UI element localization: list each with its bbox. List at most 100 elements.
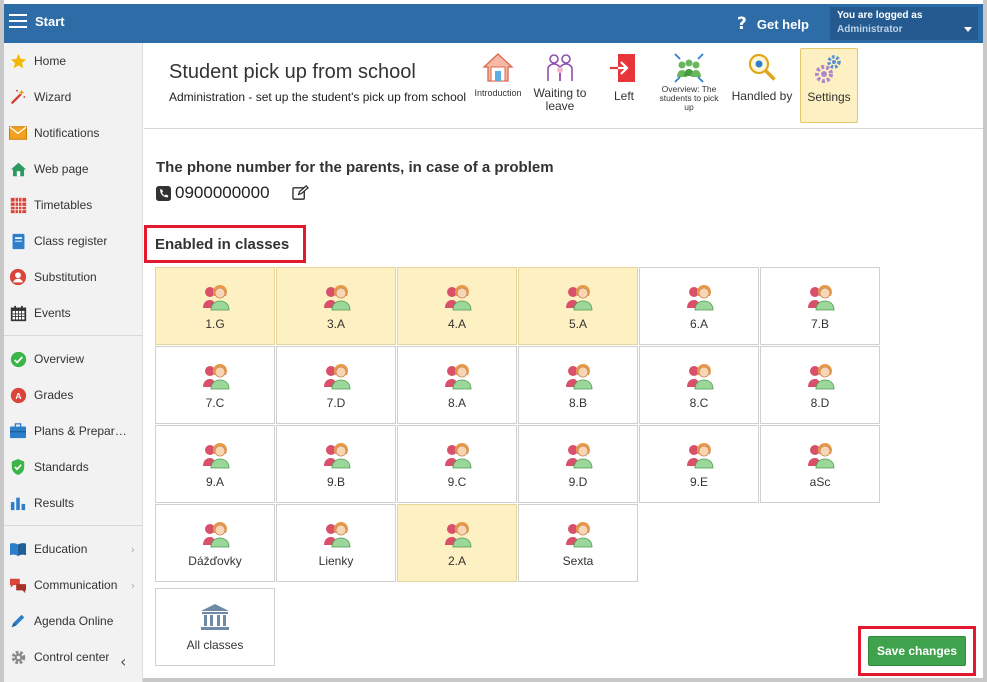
students-icon bbox=[566, 364, 593, 390]
students-icon bbox=[566, 285, 593, 311]
sidebar-item-label: Results bbox=[34, 496, 75, 510]
menu-icon[interactable] bbox=[9, 14, 27, 30]
class-name: 8.C bbox=[689, 396, 709, 410]
class-tile[interactable]: 2.A bbox=[397, 504, 517, 582]
get-help-button[interactable]: ? Get help bbox=[737, 13, 809, 35]
students-icon bbox=[687, 285, 714, 311]
sidebar-item-label: Control center bbox=[34, 650, 110, 664]
class-tile[interactable]: Sexta bbox=[518, 504, 638, 582]
class-tile[interactable]: 7.B bbox=[760, 267, 880, 345]
sidebar-item-web-page[interactable]: Web page bbox=[4, 151, 143, 187]
tool-label: Left bbox=[613, 89, 634, 103]
class-tile[interactable]: 1.G bbox=[155, 267, 275, 345]
class-tile[interactable]: aSc bbox=[760, 425, 880, 503]
user-menu[interactable]: You are logged as Administrator bbox=[830, 7, 978, 40]
tool-introduction[interactable]: Introduction bbox=[470, 48, 526, 123]
class-tile[interactable]: 8.A bbox=[397, 346, 517, 424]
phone-icon bbox=[156, 185, 171, 201]
class-name: 8.A bbox=[447, 396, 466, 410]
students-icon bbox=[445, 285, 472, 311]
book-icon bbox=[9, 540, 27, 558]
tool-label: Introduction bbox=[474, 88, 522, 98]
class-tile[interactable]: 9.A bbox=[155, 425, 275, 503]
tool-settings[interactable]: Settings bbox=[800, 48, 858, 123]
all-classes-button[interactable]: All classes bbox=[155, 588, 275, 666]
chevron-right-icon: › bbox=[130, 542, 135, 556]
collapse-sidebar-icon[interactable]: ‹ bbox=[120, 652, 126, 671]
tool-left[interactable]: Left bbox=[599, 48, 649, 123]
class-tile[interactable]: 9.B bbox=[276, 425, 396, 503]
students-icon bbox=[687, 364, 714, 390]
sidebar-item-label: Class register bbox=[34, 234, 108, 248]
class-name: aSc bbox=[809, 475, 831, 489]
class-tile[interactable]: 9.E bbox=[639, 425, 759, 503]
grade-badge-icon: A bbox=[9, 386, 27, 404]
class-tile[interactable]: 9.D bbox=[518, 425, 638, 503]
gear-icon bbox=[9, 648, 27, 666]
class-tile[interactable]: 3.A bbox=[276, 267, 396, 345]
students-icon bbox=[808, 443, 835, 469]
pen-icon bbox=[9, 612, 27, 630]
gears-icon bbox=[815, 55, 841, 83]
person-circle-icon bbox=[9, 268, 27, 286]
class-name: 8.D bbox=[810, 396, 830, 410]
get-help-label: Get help bbox=[756, 16, 809, 32]
class-tile[interactable]: 5.A bbox=[518, 267, 638, 345]
class-name: Dážďovky bbox=[188, 554, 242, 568]
tool-overview[interactable]: Overview: The students to pick up bbox=[655, 48, 723, 123]
class-name: 8.B bbox=[568, 396, 587, 410]
sidebar-item-wizard[interactable]: Wizard bbox=[4, 79, 143, 115]
sidebar-item-class-register[interactable]: Class register bbox=[4, 223, 143, 259]
envelope-icon bbox=[9, 124, 27, 142]
sidebar-item-label: Wizard bbox=[34, 90, 72, 104]
class-tile[interactable]: 8.D bbox=[760, 346, 880, 424]
class-tile[interactable]: 4.A bbox=[397, 267, 517, 345]
tool-waiting-to-leave[interactable]: Waiting to leave bbox=[529, 48, 591, 123]
sidebar-item-label: Web page bbox=[34, 162, 89, 176]
sidebar-item-substitution[interactable]: Substitution bbox=[4, 259, 143, 295]
class-tile[interactable]: 7.C bbox=[155, 346, 275, 424]
class-tile[interactable]: 8.B bbox=[518, 346, 638, 424]
students-icon bbox=[445, 364, 472, 390]
sidebar-item-results[interactable]: Results bbox=[4, 485, 143, 521]
building-icon bbox=[201, 604, 229, 630]
class-tile[interactable]: Dážďovky bbox=[155, 504, 275, 582]
students-icon bbox=[445, 443, 472, 469]
sidebar-item-home[interactable]: Home bbox=[4, 43, 143, 79]
students-icon bbox=[324, 285, 351, 311]
sidebar-item-education[interactable]: Education › bbox=[4, 531, 143, 567]
students-icon bbox=[566, 443, 593, 469]
shield-check-icon bbox=[9, 458, 27, 476]
sidebar-item-label: Substitution bbox=[34, 270, 97, 284]
sidebar-item-plans[interactable]: Plans & Prepar… bbox=[4, 413, 143, 449]
sidebar-item-label: Timetables bbox=[34, 198, 93, 212]
sidebar-item-label: Overview bbox=[34, 352, 85, 366]
class-tile[interactable]: 7.D bbox=[276, 346, 396, 424]
sidebar-item-events[interactable]: Events bbox=[4, 295, 143, 331]
sidebar-item-overview[interactable]: Overview bbox=[4, 341, 143, 377]
sidebar-item-standards[interactable]: Standards bbox=[4, 449, 143, 485]
class-name: 1.G bbox=[205, 317, 225, 331]
sidebar-item-notifications[interactable]: Notifications bbox=[4, 115, 143, 151]
tool-handled-by[interactable]: Handled by bbox=[727, 48, 797, 123]
class-tile[interactable]: 9.C bbox=[397, 425, 517, 503]
edit-icon[interactable] bbox=[291, 185, 309, 201]
highlight-box bbox=[144, 225, 306, 263]
class-name: 4.A bbox=[447, 317, 466, 331]
class-tile[interactable]: Lienky bbox=[276, 504, 396, 582]
class-name: 5.A bbox=[568, 317, 587, 331]
logged-as-label: You are logged as bbox=[837, 10, 923, 21]
students-icon bbox=[445, 522, 472, 548]
sidebar-item-grades[interactable]: A Grades bbox=[4, 377, 143, 413]
class-tile[interactable]: 6.A bbox=[639, 267, 759, 345]
students-icon bbox=[687, 443, 714, 469]
start-label[interactable]: Start bbox=[35, 14, 65, 29]
magic-wand-icon bbox=[9, 88, 27, 106]
sidebar-item-communication[interactable]: Communication › bbox=[4, 567, 143, 603]
sidebar-item-timetables[interactable]: Timetables bbox=[4, 187, 143, 223]
save-changes-button[interactable]: Save changes bbox=[868, 636, 966, 666]
class-tile[interactable]: 8.C bbox=[639, 346, 759, 424]
students-icon bbox=[808, 285, 835, 311]
group-overview-icon bbox=[674, 53, 704, 83]
sidebar-item-agenda-online[interactable]: Agenda Online bbox=[4, 603, 143, 639]
